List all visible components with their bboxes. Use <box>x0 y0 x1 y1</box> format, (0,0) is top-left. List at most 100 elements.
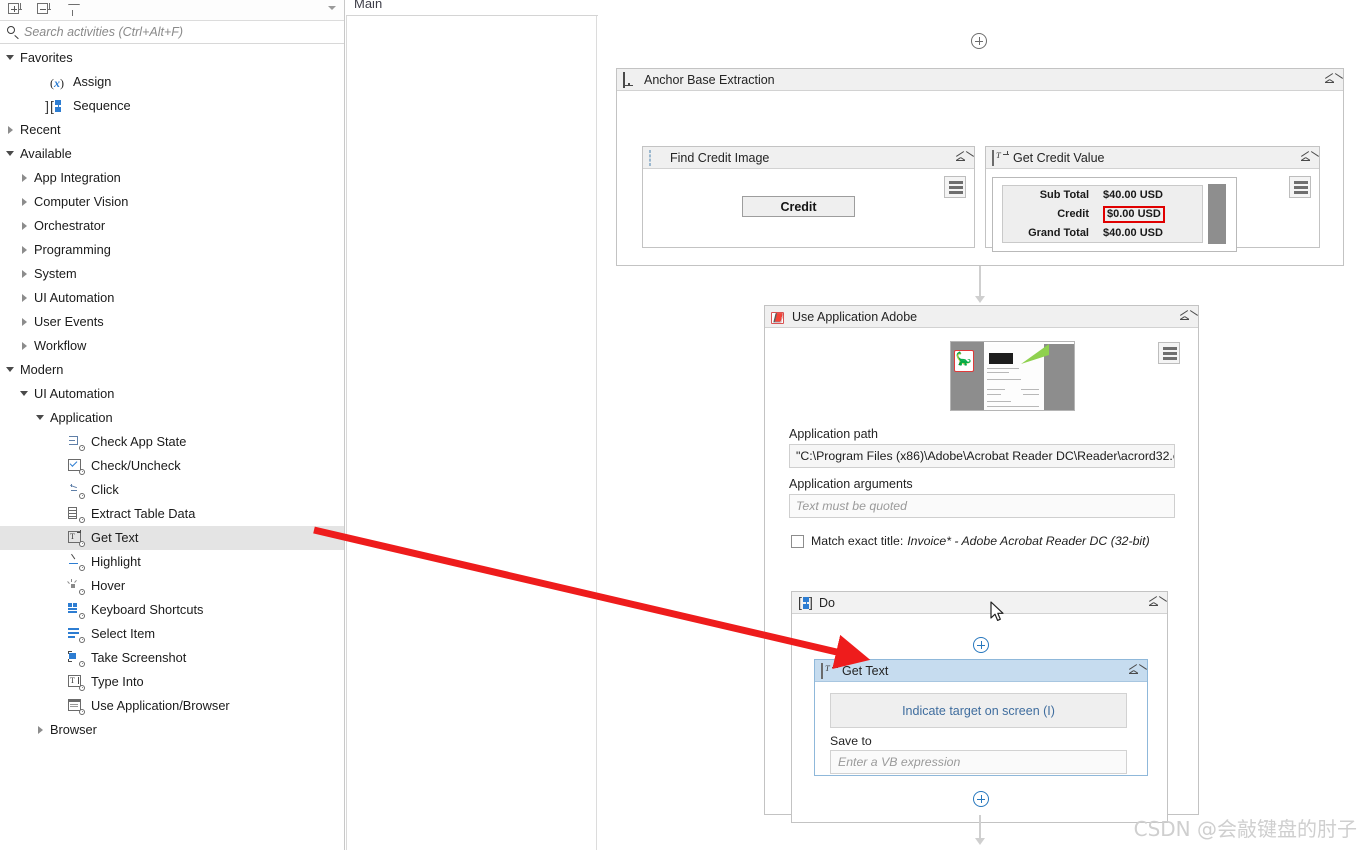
anchor-base-header[interactable]: Anchor Base Extraction <box>617 69 1343 91</box>
activity-tree-item-ui-automation[interactable]: UI Automation <box>0 286 344 310</box>
tree-expanded-icon[interactable] <box>6 149 16 159</box>
activities-toolbar <box>0 0 344 21</box>
tree-collapsed-icon[interactable] <box>20 293 30 303</box>
use-application-menu-icon[interactable] <box>1158 342 1180 364</box>
tree-collapsed-icon[interactable] <box>20 341 30 351</box>
activity-tree-item-label: User Events <box>34 313 104 329</box>
search-input[interactable]: Search activities (Ctrl+Alt+F) <box>24 25 183 39</box>
activity-tree-item-system[interactable]: System <box>0 262 344 286</box>
tree-expanded-icon[interactable] <box>36 413 46 423</box>
activity-tree-item-label: Assign <box>73 73 112 89</box>
activity-tree-item-programming[interactable]: Programming <box>0 238 344 262</box>
get-text-card[interactable]: Get Text Indicate target on screen (I) S… <box>814 659 1148 776</box>
find-credit-image-card[interactable]: Find Credit Image Credit <box>642 146 975 248</box>
find-image-menu-icon[interactable] <box>944 176 966 198</box>
tree-collapsed-icon[interactable] <box>6 125 16 135</box>
tree-expanded-icon[interactable] <box>6 365 16 375</box>
use-application-header[interactable]: 📕 Use Application Adobe <box>765 306 1198 328</box>
do-header[interactable]: Do <box>792 592 1167 614</box>
collapse-chevron-icon[interactable] <box>1323 73 1337 87</box>
activity-tree-item-orchestrator[interactable]: Orchestrator <box>0 214 344 238</box>
check-uncheck-icon <box>68 458 85 475</box>
activity-tree-item-user-events[interactable]: User Events <box>0 310 344 334</box>
activity-tree-item-label: UI Automation <box>34 289 115 305</box>
collapse-chevron-icon[interactable] <box>1178 310 1192 324</box>
do-sequence-card[interactable]: Do Get Text <box>791 591 1168 823</box>
activity-tree-item-label: Sequence <box>73 97 131 113</box>
activity-tree-item-highlight[interactable]: Highlight <box>0 550 344 574</box>
filter-icon[interactable] <box>66 3 81 17</box>
table-row: Credit $0.00 USD <box>1003 205 1202 224</box>
activity-tree-item-check-app-state[interactable]: Check App State <box>0 430 344 454</box>
collapse-chevron-icon[interactable] <box>1147 596 1161 610</box>
activity-tree-item-ui-automation[interactable]: UI Automation <box>0 382 344 406</box>
tree-expanded-icon[interactable] <box>20 389 30 399</box>
activity-tree-item-label: Click <box>91 481 119 497</box>
activity-tree-item-app-integration[interactable]: App Integration <box>0 166 344 190</box>
collapse-all-icon[interactable] <box>37 3 52 17</box>
activity-tree-item-select-item[interactable]: Select Item <box>0 622 344 646</box>
credit-target-button[interactable]: Credit <box>742 196 855 217</box>
tree-collapsed-icon[interactable] <box>36 725 46 735</box>
add-activity-above-get-text[interactable] <box>973 637 989 653</box>
activity-tree-item-type-into[interactable]: T Type Into <box>0 670 344 694</box>
designer-body: Anchor Base Extraction Find Credit Image <box>347 16 1369 850</box>
tree-collapsed-icon[interactable] <box>20 197 30 207</box>
tree-expanded-icon[interactable] <box>6 53 16 63</box>
activity-tree-item-label: Keyboard Shortcuts <box>91 601 204 617</box>
activity-tree-item-hover[interactable]: Hover <box>0 574 344 598</box>
match-exact-title-row[interactable]: Match exact title: Invoice* - Adobe Acro… <box>791 534 1150 548</box>
expand-all-icon[interactable] <box>8 3 23 17</box>
activity-tree-item-application[interactable]: Application <box>0 406 344 430</box>
activity-tree-item-favorites[interactable]: Favorites <box>0 46 344 70</box>
collapse-chevron-icon[interactable] <box>954 151 968 165</box>
application-path-input[interactable]: "C:\Program Files (x86)\Adobe\Acrobat Re… <box>789 444 1175 468</box>
add-activity-below-get-text[interactable] <box>973 791 989 807</box>
add-activity-above-anchor[interactable] <box>971 33 987 49</box>
search-activities-row[interactable]: Search activities (Ctrl+Alt+F) <box>0 21 344 44</box>
get-credit-value-menu-icon[interactable] <box>1289 176 1311 198</box>
activity-tree-item-available[interactable]: Available <box>0 142 344 166</box>
save-to-input[interactable]: Enter a VB expression <box>830 750 1127 774</box>
activity-tree-item-get-text[interactable]: T Get Text <box>0 526 344 550</box>
activity-tree-item-label: Use Application/Browser <box>91 697 230 713</box>
activity-tree-item-check-uncheck[interactable]: Check/Uncheck <box>0 454 344 478</box>
get-text-header[interactable]: Get Text <box>815 660 1147 682</box>
tree-collapsed-icon[interactable] <box>20 221 30 231</box>
tree-collapsed-icon[interactable] <box>20 269 30 279</box>
get-credit-value-header[interactable]: Get Credit Value <box>986 147 1319 169</box>
use-application-adobe-card[interactable]: 📕 Use Application Adobe 🦕 Application pa… <box>764 305 1199 823</box>
activity-tree-item-extract-table-data[interactable]: Extract Table Data <box>0 502 344 526</box>
activity-tree-item-keyboard-shortcuts[interactable]: Keyboard Shortcuts <box>0 598 344 622</box>
find-credit-image-header[interactable]: Find Credit Image <box>643 147 974 169</box>
match-exact-title-checkbox[interactable] <box>791 534 804 548</box>
activity-tree-item-browser[interactable]: Browser <box>0 718 344 742</box>
get-credit-value-card[interactable]: Get Credit Value Sub Total $40.00 USD Cred… <box>985 146 1320 252</box>
activity-tree-item-label: Orchestrator <box>34 217 106 233</box>
adobe-pdf-thumbnail[interactable]: 🦕 <box>950 341 1075 411</box>
tree-collapsed-icon[interactable] <box>20 317 30 327</box>
tree-collapsed-icon[interactable] <box>20 245 30 255</box>
activities-tree: Favorites (x) Assign Sequence Recent Availabl… <box>0 44 344 742</box>
activity-tree-item-recent[interactable]: Recent <box>0 118 344 142</box>
application-arguments-input[interactable]: Text must be quoted <box>789 494 1175 518</box>
indicate-target-button[interactable]: Indicate target on screen (I) <box>830 693 1127 728</box>
activity-tree-item-workflow[interactable]: Workflow <box>0 334 344 358</box>
table-row: Grand Total $40.00 USD <box>1003 224 1202 243</box>
activity-tree-item-computer-vision[interactable]: Computer Vision <box>0 190 344 214</box>
tree-collapsed-icon[interactable] <box>20 173 30 183</box>
collapse-chevron-icon[interactable] <box>1127 664 1141 678</box>
toolbar-overflow-icon[interactable] <box>328 6 336 10</box>
designer-tab-main[interactable]: Main <box>354 0 382 11</box>
activity-tree-item-click[interactable]: Click <box>0 478 344 502</box>
preview-mask-block <box>1208 184 1226 244</box>
activity-tree-item-use-application-browser[interactable]: Use Application/Browser <box>0 694 344 718</box>
collapse-chevron-icon[interactable] <box>1299 151 1313 165</box>
application-arguments-label: Application arguments <box>789 477 913 491</box>
activity-tree-item-modern[interactable]: Modern <box>0 358 344 382</box>
activity-tree-item-assign[interactable]: (x) Assign <box>0 70 344 94</box>
activity-tree-item-take-screenshot[interactable]: Take Screenshot <box>0 646 344 670</box>
activity-tree-item-label: Application <box>50 409 113 425</box>
anchor-base-extraction-card[interactable]: Anchor Base Extraction Find Credit Image <box>616 68 1344 266</box>
activity-tree-item-sequence[interactable]: Sequence <box>0 94 344 118</box>
